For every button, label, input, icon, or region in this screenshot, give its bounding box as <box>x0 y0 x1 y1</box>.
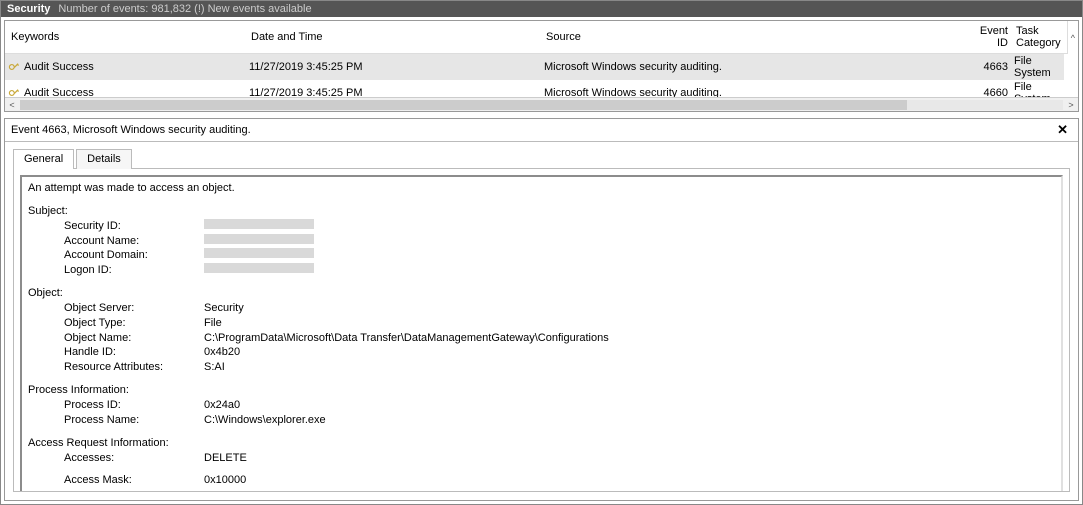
subject-heading: Subject: <box>28 204 1055 219</box>
tab-body-general: An attempt was made to access an object.… <box>13 168 1070 492</box>
value-logon-id <box>204 263 1055 278</box>
key-icon <box>7 59 24 76</box>
value-resource-attributes: S:AI <box>204 360 1055 375</box>
label-resource-attributes: Resource Attributes: <box>64 360 204 375</box>
details-title: Event 4663, Microsoft Windows security a… <box>11 124 251 136</box>
scroll-right-button[interactable]: > <box>1064 100 1078 110</box>
object-heading: Object: <box>28 286 1055 301</box>
scroll-left-button[interactable]: < <box>5 100 19 110</box>
label-accesses: Accesses: <box>64 451 204 466</box>
value-object-name: C:\ProgramData\Microsoft\Data Transfer\D… <box>204 331 1055 346</box>
value-accesses: DELETE <box>204 451 1055 466</box>
cell-datetime: 11/27/2019 3:45:25 PM <box>249 87 544 97</box>
scroll-up-button[interactable]: ^ <box>1067 21 1078 54</box>
cell-eventid: 4660 <box>964 87 1014 97</box>
label-object-server: Object Server: <box>64 301 204 316</box>
value-process-name: C:\Windows\explorer.exe <box>204 413 1055 428</box>
label-object-name: Object Name: <box>64 331 204 346</box>
label-process-name: Process Name: <box>64 413 204 428</box>
process-heading: Process Information: <box>28 383 1055 398</box>
value-account-domain <box>204 248 1055 263</box>
cell-taskcategory: File System <box>1014 81 1060 97</box>
redacted-block <box>204 263 314 273</box>
label-access-mask: Access Mask: <box>64 473 204 488</box>
details-tabs: General Details <box>5 142 1078 168</box>
cell-keywords: Audit Success <box>24 87 94 97</box>
value-access-mask: 0x10000 <box>204 473 1055 488</box>
column-header-source[interactable]: Source <box>544 29 964 45</box>
event-count-status: Number of events: 981,832 (!) New events… <box>58 3 311 15</box>
value-object-type: File <box>204 316 1055 331</box>
event-list-body[interactable]: Audit Success 11/27/2019 3:45:25 PM Micr… <box>5 54 1078 97</box>
event-description-box[interactable]: An attempt was made to access an object.… <box>20 175 1063 492</box>
column-header-datetime[interactable]: Date and Time <box>249 29 544 45</box>
label-logon-id: Logon ID: <box>64 263 204 278</box>
column-header-keywords[interactable]: Keywords <box>9 29 249 45</box>
event-list-pane: Keywords Date and Time Source Event ID T… <box>4 20 1079 112</box>
cell-datetime: 11/27/2019 3:45:25 PM <box>249 61 544 73</box>
label-process-id: Process ID: <box>64 398 204 413</box>
event-list-header: Keywords Date and Time Source Event ID T… <box>5 21 1067 54</box>
details-header: Event 4663, Microsoft Windows security a… <box>5 119 1078 142</box>
event-details-pane: Event 4663, Microsoft Windows security a… <box>4 118 1079 501</box>
close-icon[interactable]: ✕ <box>1053 122 1072 138</box>
redacted-block <box>204 248 314 258</box>
table-row[interactable]: Audit Success 11/27/2019 3:45:25 PM Micr… <box>5 80 1064 97</box>
cell-keywords: Audit Success <box>24 61 94 73</box>
cell-taskcategory: File System <box>1014 55 1060 79</box>
label-security-id: Security ID: <box>64 219 204 234</box>
table-row[interactable]: Audit Success 11/27/2019 3:45:25 PM Micr… <box>5 54 1064 80</box>
redacted-block <box>204 234 314 244</box>
event-viewer-window: Security Number of events: 981,832 (!) N… <box>0 0 1083 505</box>
scrollbar-thumb[interactable] <box>20 100 907 110</box>
tab-general[interactable]: General <box>13 149 74 169</box>
value-process-id: 0x24a0 <box>204 398 1055 413</box>
label-handle-id: Handle ID: <box>64 345 204 360</box>
key-icon <box>7 85 24 97</box>
scrollbar-track[interactable] <box>20 100 1063 110</box>
value-account-name <box>204 234 1055 249</box>
value-security-id <box>204 219 1055 234</box>
column-header-eventid[interactable]: Event ID <box>964 23 1014 51</box>
label-account-domain: Account Domain: <box>64 248 204 263</box>
column-header-taskcategory[interactable]: Task Category <box>1014 23 1063 51</box>
value-handle-id: 0x4b20 <box>204 345 1055 360</box>
event-summary: An attempt was made to access an object. <box>28 181 1055 196</box>
redacted-block <box>204 219 314 229</box>
cell-source: Microsoft Windows security auditing. <box>544 87 964 97</box>
label-object-type: Object Type: <box>64 316 204 331</box>
value-object-server: Security <box>204 301 1055 316</box>
cell-source: Microsoft Windows security auditing. <box>544 61 964 73</box>
cell-eventid: 4663 <box>964 61 1014 73</box>
access-heading: Access Request Information: <box>28 436 1055 451</box>
horizontal-scrollbar[interactable]: < > <box>5 97 1078 111</box>
tab-details[interactable]: Details <box>76 149 132 169</box>
label-account-name: Account Name: <box>64 234 204 249</box>
titlebar: Security Number of events: 981,832 (!) N… <box>1 1 1082 17</box>
log-name: Security <box>7 3 50 15</box>
